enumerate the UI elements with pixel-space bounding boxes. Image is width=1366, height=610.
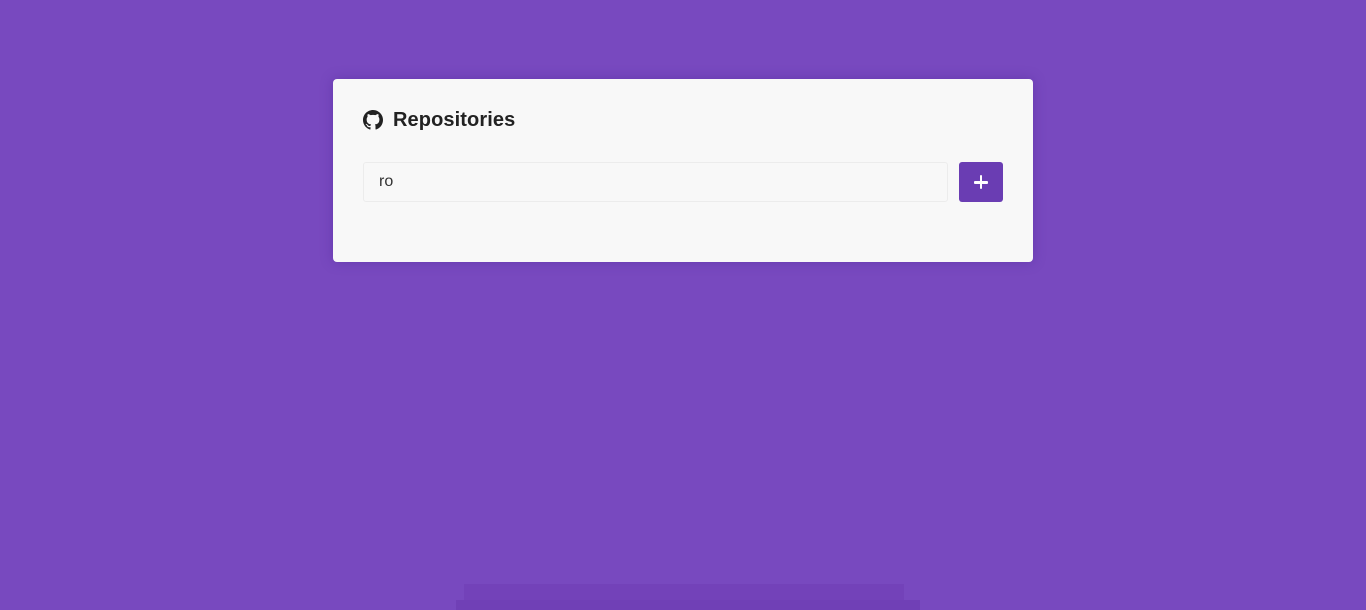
repositories-card: Repositories: [333, 79, 1033, 262]
page-title: Repositories: [393, 108, 516, 131]
add-repository-form: [363, 162, 1003, 202]
plus-icon: [974, 175, 988, 189]
github-icon: [363, 110, 383, 130]
repository-input[interactable]: [363, 162, 948, 202]
card-header: Repositories: [363, 109, 1003, 131]
add-repository-button[interactable]: [959, 162, 1003, 202]
background-decoration-bottom: [456, 600, 920, 610]
